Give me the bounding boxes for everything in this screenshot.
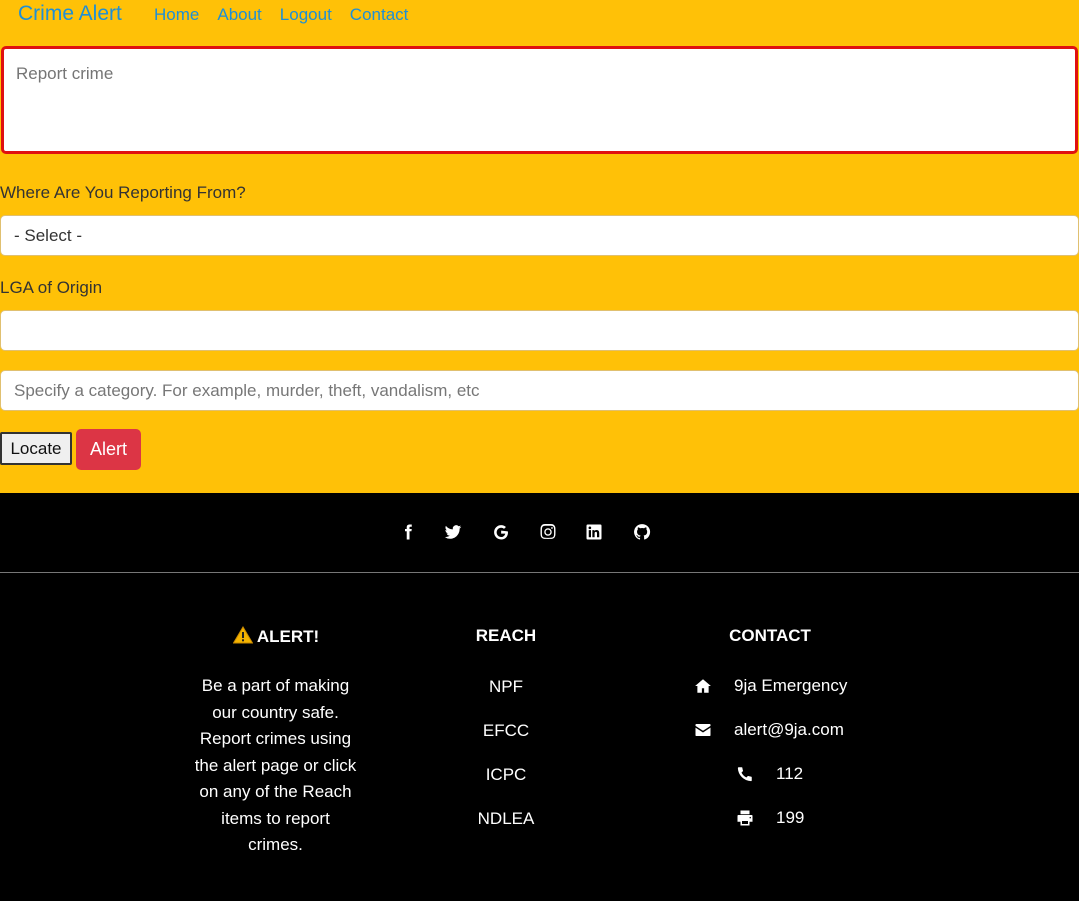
footer: ALERT! Be a part of making our country s… xyxy=(0,493,1079,901)
facebook-icon[interactable] xyxy=(397,521,419,543)
instagram-icon[interactable] xyxy=(537,521,559,543)
state-select[interactable]: - Select - xyxy=(0,215,1079,256)
brand-link[interactable]: Crime Alert xyxy=(18,2,122,26)
nav-link-about[interactable]: About xyxy=(217,5,261,25)
report-crime-textarea[interactable] xyxy=(1,46,1078,154)
reach-item-npf[interactable]: NPF xyxy=(446,677,566,697)
social-bar xyxy=(0,493,1079,573)
envelope-icon xyxy=(692,719,714,741)
nav-link-contact[interactable]: Contact xyxy=(350,5,409,25)
alert-button[interactable]: Alert xyxy=(76,429,141,470)
home-icon xyxy=(692,675,714,697)
nav-links: Home About Logout Contact xyxy=(154,5,426,25)
contact-email: alert@9ja.com xyxy=(692,719,844,741)
nav-link-logout[interactable]: Logout xyxy=(280,5,332,25)
contact-heading: CONTACT xyxy=(729,626,811,645)
twitter-icon[interactable] xyxy=(442,521,464,543)
contact-fax-text: 199 xyxy=(776,808,805,827)
alert-heading-text: ALERT! xyxy=(256,627,320,646)
contact-emergency: 9ja Emergency xyxy=(692,675,847,697)
github-icon[interactable] xyxy=(631,521,653,543)
contact-phone: 112 xyxy=(734,763,803,785)
alert-description: Be a part of making our country safe. Re… xyxy=(194,676,357,854)
lga-label: LGA of Origin xyxy=(0,278,103,297)
category-input[interactable]: Specify a category. For example, murder,… xyxy=(0,370,1079,411)
print-icon xyxy=(734,807,756,829)
linkedin-icon[interactable] xyxy=(583,521,605,543)
phone-icon xyxy=(734,763,756,785)
warning-icon xyxy=(232,626,253,644)
google-icon[interactable] xyxy=(490,521,512,543)
reach-heading: REACH xyxy=(475,626,537,645)
reach-item-efcc[interactable]: EFCC xyxy=(446,721,566,741)
lga-input[interactable] xyxy=(0,310,1079,351)
contact-email-text: alert@9ja.com xyxy=(734,720,844,739)
reach-item-icpc[interactable]: ICPC xyxy=(446,765,566,785)
locate-button[interactable]: Locate xyxy=(0,432,72,465)
alert-heading: ALERT! xyxy=(196,626,356,647)
nav-link-home[interactable]: Home xyxy=(154,5,199,25)
reach-item-ndlea[interactable]: NDLEA xyxy=(446,809,566,829)
contact-fax: 199 xyxy=(734,807,804,829)
contact-phone-text: 112 xyxy=(776,764,804,783)
state-select-value: - Select - xyxy=(14,225,83,245)
where-label: Where Are You Reporting From? xyxy=(0,183,246,202)
navbar: Crime Alert Home About Logout Contact xyxy=(0,0,1079,44)
category-placeholder: Specify a category. For example, murder,… xyxy=(14,380,480,400)
contact-emergency-text: 9ja Emergency xyxy=(734,676,848,695)
